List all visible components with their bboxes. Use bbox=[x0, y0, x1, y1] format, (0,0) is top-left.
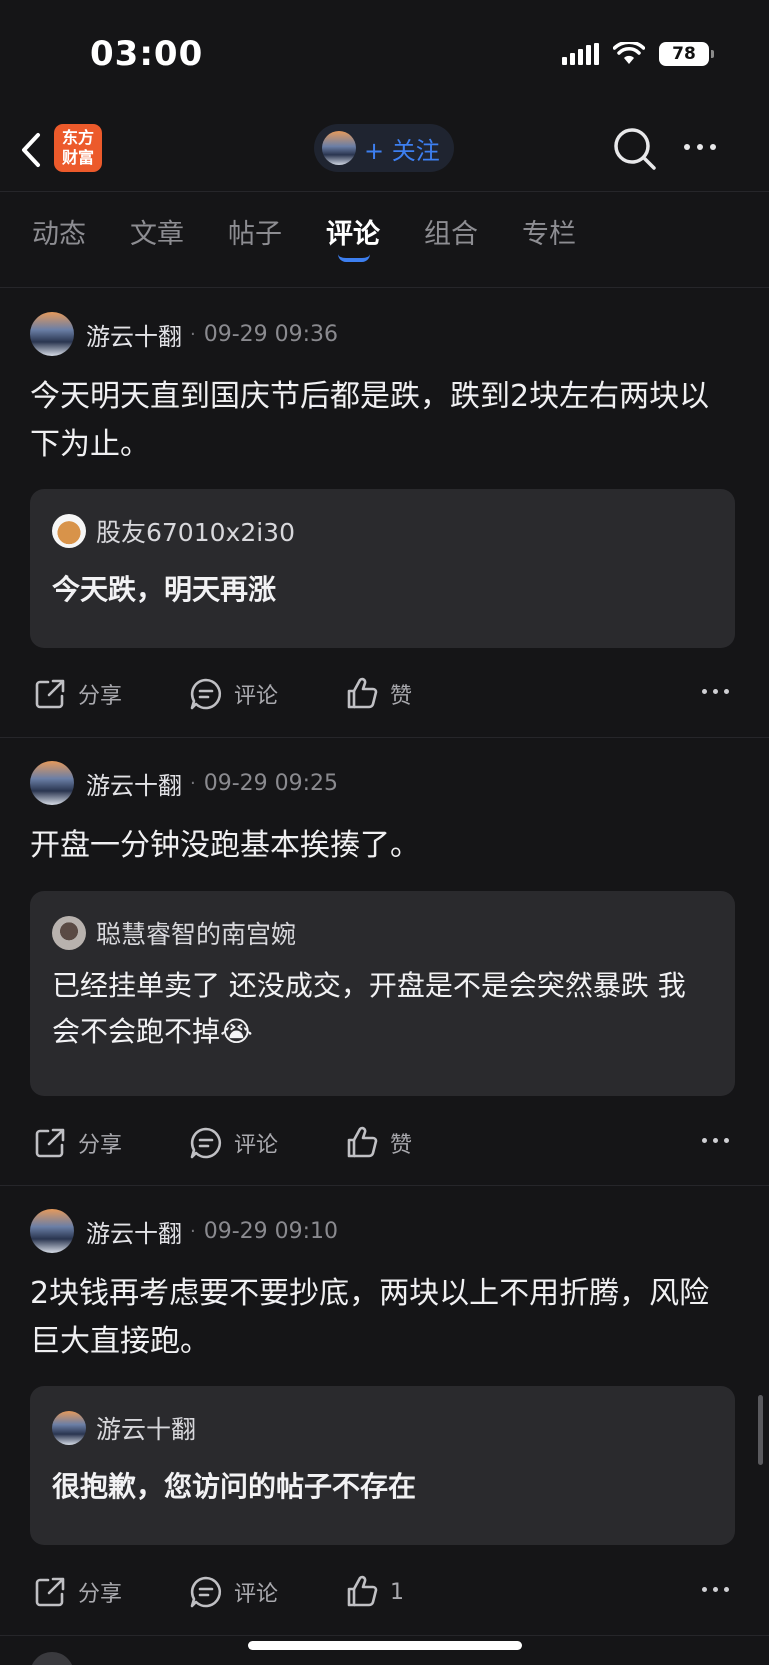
avatar bbox=[30, 1652, 74, 1665]
comment-card: 游云十翻 · 09-29 09:25 开盘一分钟没跑基本挨揍了。 聪慧睿智的南宫… bbox=[0, 738, 769, 1186]
share-button[interactable]: 分享 bbox=[32, 1118, 122, 1168]
like-count: 1 bbox=[390, 1579, 404, 1605]
action-bar: 分享 评论 1 bbox=[0, 1567, 769, 1617]
wifi-icon bbox=[613, 42, 645, 64]
comment-button[interactable]: 评论 bbox=[188, 1118, 278, 1168]
quoted-post-header: 聪慧睿智的南宫婉 bbox=[52, 915, 296, 951]
follow-button[interactable]: + 关注 bbox=[314, 124, 454, 172]
home-indicator[interactable] bbox=[248, 1641, 522, 1650]
avatar bbox=[52, 1411, 86, 1445]
cellular-signal-icon bbox=[562, 43, 599, 65]
comment-label: 评论 bbox=[234, 1582, 279, 1607]
timestamp: 09-29 09:36 bbox=[203, 321, 339, 347]
comment-text[interactable]: 今天明天直到国庆节后都是跌，跌到2块左右两块以下为止。 bbox=[30, 373, 730, 469]
more-options-icon[interactable] bbox=[702, 1138, 729, 1143]
share-icon bbox=[35, 1128, 65, 1158]
nav-bar: 东方 财富 + 关注 bbox=[0, 110, 769, 192]
tab-bar: 动态 文章 帖子 评论 组合 专栏 bbox=[0, 192, 769, 288]
comment-header: 游云十翻 · 09-29 09:10 bbox=[30, 1208, 338, 1254]
avatar bbox=[52, 916, 86, 950]
like-button[interactable]: 1 bbox=[344, 1567, 404, 1617]
timestamp: 09-29 09:10 bbox=[203, 1218, 339, 1244]
scrollbar[interactable] bbox=[758, 1395, 763, 1465]
quoted-post-header: 游云十翻 bbox=[52, 1410, 196, 1446]
tab-dynamics[interactable]: 动态 bbox=[32, 212, 86, 251]
tab-posts[interactable]: 帖子 bbox=[228, 212, 282, 251]
like-label: 赞 bbox=[390, 684, 413, 709]
comment-icon bbox=[190, 1576, 222, 1608]
comment-label: 评论 bbox=[234, 684, 279, 709]
like-label: 赞 bbox=[390, 1133, 413, 1158]
share-icon bbox=[35, 1577, 65, 1607]
avatar bbox=[52, 514, 86, 548]
thumbs-up-icon bbox=[347, 677, 378, 709]
avatar[interactable] bbox=[30, 1209, 74, 1253]
separator-dot: · bbox=[190, 323, 196, 345]
tab-portfolio[interactable]: 组合 bbox=[424, 212, 478, 251]
comment-icon bbox=[190, 1127, 222, 1159]
action-bar: 分享 评论 赞 bbox=[0, 1118, 769, 1168]
quoted-post[interactable]: 股友67010x2i30 今天跌，明天再涨 bbox=[30, 489, 735, 648]
back-arrow-icon[interactable] bbox=[16, 130, 46, 170]
quoted-post[interactable]: 游云十翻 很抱歉，您访问的帖子不存在 bbox=[30, 1386, 735, 1545]
status-bar: 03:00 78 bbox=[0, 0, 769, 110]
like-button[interactable]: 赞 bbox=[344, 1118, 412, 1168]
search-icon[interactable] bbox=[612, 126, 658, 172]
comment-text[interactable]: 开盘一分钟没跑基本挨揍了。 bbox=[30, 822, 730, 870]
battery-icon: 78 bbox=[659, 42, 714, 66]
quoted-author: 聪慧睿智的南宫婉 bbox=[96, 920, 297, 949]
thumbs-up-icon bbox=[347, 1575, 378, 1607]
comment-icon bbox=[190, 678, 222, 710]
logo-line1: 东方 bbox=[61, 128, 94, 147]
comment-card: 游云十翻 · 09-29 09:36 今天明天直到国庆节后都是跌，跌到2块左右两… bbox=[0, 289, 769, 738]
quoted-author: 股友67010x2i30 bbox=[96, 518, 295, 547]
comment-text[interactable]: 2块钱再考虑要不要抄底，两块以上不用折腾，风险巨大直接跑。 bbox=[30, 1270, 730, 1366]
comment-button[interactable]: 评论 bbox=[188, 669, 278, 719]
author-name[interactable]: 游云十翻 bbox=[86, 766, 182, 801]
more-options-icon[interactable] bbox=[702, 689, 729, 694]
tab-column[interactable]: 专栏 bbox=[522, 212, 576, 251]
separator-dot: · bbox=[190, 1220, 196, 1242]
quoted-text: 已经挂单卖了 还没成交，开盘是不是会突然暴跌 我会不会跑不掉😭 bbox=[52, 969, 686, 1048]
share-button[interactable]: 分享 bbox=[32, 669, 122, 719]
quoted-post[interactable]: 聪慧睿智的南宫婉 已经挂单卖了 还没成交，开盘是不是会突然暴跌 我会不会跑不掉😭 bbox=[30, 891, 735, 1096]
quoted-author: 游云十翻 bbox=[96, 1415, 197, 1444]
action-bar: 分享 评论 赞 bbox=[0, 669, 769, 719]
share-label: 分享 bbox=[78, 1582, 123, 1607]
status-time: 03:00 bbox=[90, 34, 204, 74]
thumbs-up-icon bbox=[347, 1126, 378, 1158]
share-label: 分享 bbox=[78, 1133, 123, 1158]
like-button[interactable]: 赞 bbox=[344, 669, 412, 719]
more-options-icon[interactable] bbox=[684, 132, 728, 162]
share-label: 分享 bbox=[78, 684, 123, 709]
more-options-icon[interactable] bbox=[702, 1587, 729, 1592]
avatar[interactable] bbox=[30, 312, 74, 356]
comment-header: 游云十翻 · 09-29 09:36 bbox=[30, 311, 338, 357]
follow-label: + 关注 bbox=[364, 136, 440, 165]
active-tab-indicator bbox=[338, 254, 370, 262]
app-logo[interactable]: 东方 财富 bbox=[54, 124, 102, 172]
tab-comments[interactable]: 评论 bbox=[326, 212, 380, 251]
quoted-post-header: 股友67010x2i30 bbox=[52, 513, 295, 549]
share-icon bbox=[35, 679, 65, 709]
comment-header: 游云十翻 · 09-29 09:25 bbox=[30, 760, 338, 806]
logo-line2: 财富 bbox=[61, 148, 94, 167]
author-name[interactable]: 游云十翻 bbox=[86, 317, 182, 352]
user-avatar bbox=[322, 131, 356, 165]
share-button[interactable]: 分享 bbox=[32, 1567, 122, 1617]
comment-label: 评论 bbox=[234, 1133, 279, 1158]
tab-articles[interactable]: 文章 bbox=[130, 212, 184, 251]
quoted-text: 今天跌，明天再涨 bbox=[52, 573, 277, 606]
avatar[interactable] bbox=[30, 761, 74, 805]
status-icons: 78 bbox=[562, 42, 714, 66]
quoted-text: 很抱歉，您访问的帖子不存在 bbox=[52, 1470, 417, 1503]
comment-button[interactable]: 评论 bbox=[188, 1567, 278, 1617]
timestamp: 09-29 09:25 bbox=[203, 770, 339, 796]
separator-dot: · bbox=[190, 772, 196, 794]
comment-card: 游云十翻 · 09-29 09:10 2块钱再考虑要不要抄底，两块以上不用折腾，… bbox=[0, 1186, 769, 1636]
author-name[interactable]: 游云十翻 bbox=[86, 1214, 182, 1249]
